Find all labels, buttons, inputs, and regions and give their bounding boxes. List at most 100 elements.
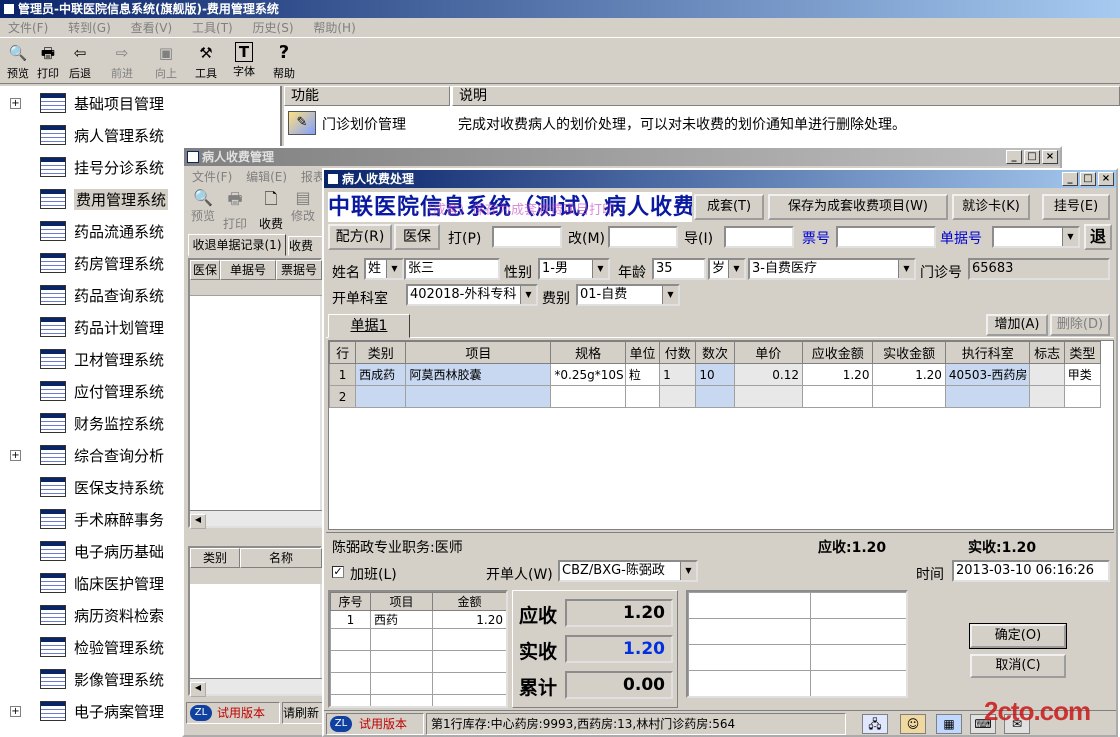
cancel-button[interactable]: 取消(C) bbox=[970, 654, 1066, 678]
summary-col-amount[interactable]: 金额 bbox=[432, 592, 506, 611]
items-row[interactable]: 2 bbox=[329, 385, 1102, 408]
mgmt-charge-button[interactable]: 🗋 收费 bbox=[256, 188, 286, 232]
items-cell-row[interactable]: 1 bbox=[329, 363, 357, 386]
recipe-button[interactable]: 配方(R) bbox=[328, 224, 392, 250]
chevron-down-icon[interactable]: ▼ bbox=[680, 562, 696, 580]
items-cell-pays[interactable] bbox=[659, 385, 697, 408]
scroll-left-icon[interactable]: ◀ bbox=[190, 682, 206, 697]
insurance-button[interactable]: 医保 bbox=[394, 224, 440, 250]
items-col-header[interactable]: 标志 bbox=[1029, 341, 1065, 364]
expand-plus-icon[interactable]: + bbox=[10, 98, 21, 109]
payment-type-select[interactable]: 3-自费医疗 ▼ bbox=[748, 258, 916, 280]
items-cell-cat[interactable] bbox=[355, 385, 407, 408]
items-col-header[interactable]: 类型 bbox=[1063, 341, 1102, 364]
items-cell-type[interactable] bbox=[1063, 385, 1102, 408]
register-button[interactable]: 挂号(E) bbox=[1042, 194, 1110, 220]
items-col-header[interactable]: 行 bbox=[329, 341, 357, 364]
items-cell-dept[interactable] bbox=[944, 385, 1031, 408]
toolbar-font[interactable]: T 字体 bbox=[226, 40, 262, 79]
bill-no-select[interactable]: ▼ bbox=[992, 226, 1080, 248]
return-button[interactable]: 退 bbox=[1084, 224, 1112, 250]
mgmt-minimize-button[interactable]: _ bbox=[1006, 150, 1022, 164]
summary-col-item[interactable]: 项目 bbox=[370, 592, 433, 611]
items-cell-price[interactable]: 0.12 bbox=[733, 363, 804, 386]
items-col-header[interactable]: 规格 bbox=[550, 341, 626, 364]
scroll-left-icon[interactable]: ◀ bbox=[190, 514, 206, 529]
fee-type-select[interactable]: 01-自费 ▼ bbox=[576, 284, 680, 306]
toolbar-back[interactable]: ⇦ 后退 bbox=[62, 40, 98, 81]
mgmt-tab-records[interactable]: 收退单据记录(1) bbox=[188, 234, 286, 256]
expand-plus-icon[interactable]: + bbox=[10, 706, 21, 717]
menu-help[interactable]: 帮助(H) bbox=[305, 18, 363, 38]
sex-select[interactable]: 1-男 ▼ bbox=[538, 258, 610, 280]
visit-card-button[interactable]: 就诊卡(K) bbox=[952, 194, 1030, 220]
items-cell-row[interactable]: 2 bbox=[329, 385, 357, 408]
add-item-button[interactable]: 增加(A) bbox=[986, 314, 1048, 336]
set-button[interactable]: 成套(T) bbox=[694, 194, 764, 220]
grid-col-bill-no[interactable]: 单据号 bbox=[220, 260, 276, 280]
age-unit-select[interactable]: 岁 ▼ bbox=[708, 258, 746, 280]
items-cell-spec[interactable]: *0.25g*10S bbox=[550, 363, 626, 386]
items-cell-flag[interactable] bbox=[1029, 385, 1065, 408]
tree-item[interactable]: + 基础项目管理 bbox=[0, 87, 280, 119]
items-cell-item[interactable] bbox=[405, 385, 552, 408]
issuer-select[interactable]: CBZ/BXG-陈弼政 ▼ bbox=[558, 560, 698, 582]
proc-close-button[interactable]: × bbox=[1098, 172, 1114, 186]
grid2-col-category[interactable]: 类别 bbox=[190, 548, 240, 568]
items-cell-unit[interactable] bbox=[624, 385, 661, 408]
grid-col-ticket-no[interactable]: 票据号 bbox=[276, 260, 322, 280]
items-cell-times[interactable]: 10 bbox=[695, 363, 735, 386]
chevron-down-icon[interactable]: ▼ bbox=[520, 286, 536, 304]
network-icon[interactable]: 🖧 bbox=[862, 714, 888, 734]
items-col-header[interactable]: 付数 bbox=[659, 341, 697, 364]
ticket-no-input[interactable] bbox=[836, 226, 936, 248]
grid2-hscroll[interactable]: ◀ bbox=[190, 678, 322, 697]
toolbar-up[interactable]: ▣ 向上 bbox=[148, 40, 184, 81]
mgmt-close-button[interactable]: × bbox=[1042, 150, 1058, 164]
patient-name-input[interactable]: 张三 bbox=[404, 258, 500, 280]
chevron-down-icon[interactable]: ▼ bbox=[662, 286, 678, 304]
items-cell-item[interactable]: 阿莫西林胶囊 bbox=[405, 363, 552, 386]
menu-tools[interactable]: 工具(T) bbox=[184, 18, 241, 38]
chevron-down-icon[interactable]: ▼ bbox=[728, 260, 744, 278]
items-cell-pays[interactable]: 1 bbox=[659, 363, 697, 386]
mgmt-menu-file[interactable]: 文件(F) bbox=[192, 170, 232, 184]
change-input[interactable] bbox=[608, 226, 678, 248]
items-col-header[interactable]: 数次 bbox=[695, 341, 735, 364]
items-cell-cat[interactable]: 西成药 bbox=[355, 363, 407, 386]
items-col-header[interactable]: 类别 bbox=[355, 341, 407, 364]
grid-hscroll[interactable]: ◀ bbox=[190, 510, 322, 529]
toolbar-print[interactable]: 🖶 打印 bbox=[30, 40, 66, 81]
chevron-down-icon[interactable]: ▼ bbox=[1062, 228, 1078, 246]
function-col-header[interactable]: 功能 bbox=[284, 86, 450, 106]
age-input[interactable]: 35 bbox=[652, 258, 706, 280]
items-cell-type[interactable]: 甲类 bbox=[1063, 363, 1102, 386]
items-col-header[interactable]: 单价 bbox=[733, 341, 804, 364]
dept-select[interactable]: 402018-外科专科 ▼ bbox=[406, 284, 538, 306]
grid-col-insurance[interactable]: 医保 bbox=[190, 260, 220, 280]
function-row[interactable]: ✎ 门诊划价管理 完成对收费病人的划价处理，可以对未收费的划价通知单进行删除处理… bbox=[284, 108, 1120, 138]
toolbar-help[interactable]: ? 帮助 bbox=[266, 40, 302, 81]
toolbar-forward[interactable]: ⇨ 前进 bbox=[104, 40, 140, 81]
items-cell-spec[interactable] bbox=[550, 385, 626, 408]
surname-select[interactable]: 姓 ▼ bbox=[364, 258, 404, 280]
mgmt-print-button[interactable]: 🖶 打印 bbox=[220, 188, 250, 232]
mgmt-modify-button[interactable]: ▤ 修改 bbox=[288, 188, 318, 224]
proc-maximize-button[interactable]: □ bbox=[1080, 172, 1096, 186]
items-col-header[interactable]: 执行科室 bbox=[944, 341, 1031, 364]
time-input[interactable]: 2013-03-10 06:16:26 bbox=[952, 560, 1110, 582]
print-input[interactable] bbox=[492, 226, 562, 248]
items-cell-real[interactable] bbox=[872, 385, 946, 408]
items-col-header[interactable]: 项目 bbox=[405, 341, 552, 364]
menu-history[interactable]: 历史(S) bbox=[245, 18, 302, 38]
items-row[interactable]: 1 西成药 阿莫西林胶囊 *0.25g*10S 粒 1 10 0.12 1.20 1.20 4050… bbox=[329, 363, 1102, 386]
items-cell-recv[interactable]: 1.20 bbox=[801, 363, 874, 386]
toolbar-tools[interactable]: ⚒ 工具 bbox=[188, 40, 224, 81]
user-icon[interactable]: ☺ bbox=[900, 714, 926, 734]
save-set-button[interactable]: 保存为成套收费项目(W) bbox=[768, 194, 948, 220]
items-col-header[interactable]: 单位 bbox=[624, 341, 661, 364]
bill-tab-1[interactable]: 单据1 bbox=[328, 314, 410, 338]
items-col-header[interactable]: 实收金额 bbox=[872, 341, 946, 364]
menu-view[interactable]: 查看(V) bbox=[123, 18, 181, 38]
summary-row[interactable]: 1 西药 1.20 bbox=[330, 610, 506, 629]
